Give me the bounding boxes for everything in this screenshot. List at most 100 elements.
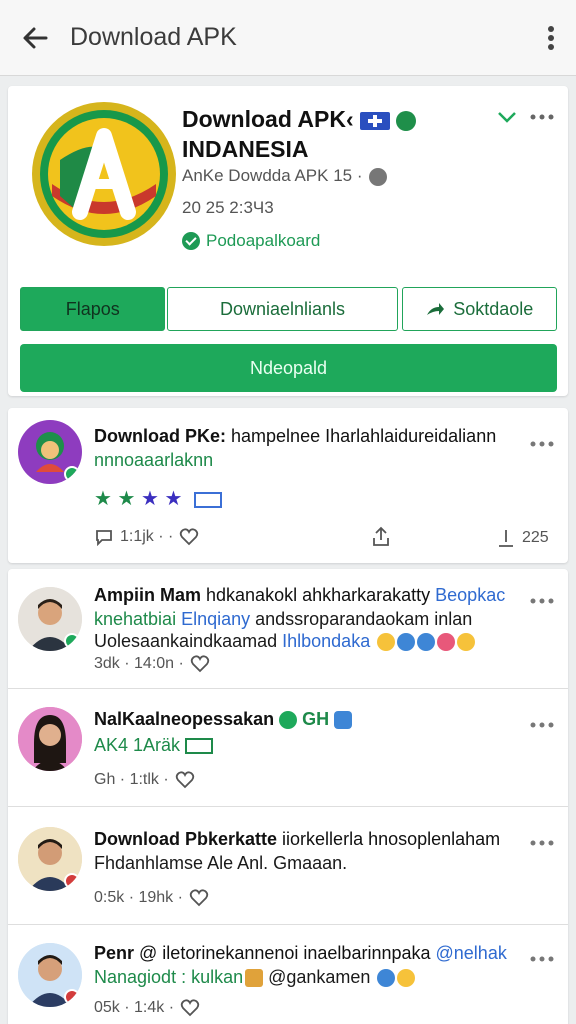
app-title: Download APK‹ INDANESIA <box>182 104 416 164</box>
item-line2-c: andssroparandaokam inlan <box>250 609 473 629</box>
post-card: Download PKe: hampelnee Iharlahlaidureid… <box>8 408 568 563</box>
flag-icon <box>359 111 390 130</box>
emoji-icon <box>245 969 264 988</box>
item-name: Penr <box>94 943 135 963</box>
post-title-bold: Download PKe: <box>94 426 227 446</box>
avatar[interactable] <box>18 420 82 484</box>
item-meta: 3dk · 14:0n · <box>94 655 210 673</box>
star-icon: ★ <box>94 488 112 510</box>
item-title: Ampiin Mam hdkanakokl ahkharkarakatty Be… <box>94 585 505 606</box>
heart-icon[interactable] <box>175 771 195 789</box>
item-name: Ampiin Mam <box>94 585 202 605</box>
likes-count: 1:1jk · · <box>120 528 174 545</box>
emoji-icon <box>377 969 396 988</box>
post-subtitle: nnnoaaarlaknn <box>94 450 214 470</box>
post-rating: ★ ★ ★ ★ <box>94 486 222 511</box>
share-icon[interactable] <box>370 526 392 548</box>
post-title-rest: hampelnee Iharlahlaidureidaliann <box>226 426 497 446</box>
item-tag: Beopkac <box>430 585 506 605</box>
item-title: Penr @ iletorinekannenoi inaelbarinnpaka… <box>94 943 507 964</box>
app-title-line1: Download APK‹ <box>182 106 354 132</box>
post-title: Download PKe: hampelnee Iharlahlaidureid… <box>94 426 496 447</box>
item-tag: GH <box>297 709 330 729</box>
item-more-button[interactable] <box>530 833 554 851</box>
item-line2-a: Nanagiodt : kulkan <box>94 967 244 987</box>
item-line3-b: Ihlbondaka <box>277 631 371 651</box>
download-button[interactable]: Downiaelnlianls <box>167 287 398 331</box>
post-shares: 225 <box>496 528 549 548</box>
emoji-icon <box>397 969 416 988</box>
list-item[interactable]: Download Pbkerkatte iiorkellerla hnosopl… <box>8 807 568 925</box>
online-status-icon <box>64 466 80 482</box>
item-line2-a: knehatbiai <box>94 609 177 629</box>
more-horiz-icon[interactable] <box>530 114 554 120</box>
star-icon: ★ <box>164 488 183 510</box>
item-name: Download Pbkerkatte <box>94 829 278 849</box>
status-icon <box>64 989 80 1005</box>
overflow-menu-button[interactable] <box>526 25 576 51</box>
share-button[interactable]: Soktdaole <box>401 287 557 331</box>
item-more-button[interactable] <box>530 591 554 609</box>
share-arrow-icon <box>427 303 445 315</box>
download-icon[interactable] <box>496 528 516 548</box>
list-item[interactable]: Penr @ iletorinekannenoi inaelbarinnpaka… <box>8 925 568 1024</box>
avatar[interactable] <box>18 827 82 891</box>
item-more-button[interactable] <box>530 949 554 967</box>
more-horiz-icon <box>530 598 554 604</box>
emoji-icon <box>417 633 436 652</box>
item-meta-text: 05k · 1:4k · <box>94 999 175 1016</box>
star-icon: ★ <box>141 488 159 510</box>
chevron-down-icon[interactable] <box>496 110 518 124</box>
list-item[interactable]: NalKaalneopessakan GH AK4 1Aräk Gһ · 1:t… <box>8 689 568 807</box>
verified-badge-icon <box>395 110 416 131</box>
back-button[interactable] <box>0 0 70 76</box>
item-more-button[interactable] <box>530 715 554 733</box>
back-arrow-icon <box>23 27 48 48</box>
item-line2-b: Elnqiany <box>176 609 251 629</box>
heart-icon[interactable] <box>190 655 210 673</box>
post-more-button[interactable] <box>530 434 554 452</box>
primary-action-button[interactable]: Flapos <box>20 287 166 331</box>
action-buttons: Flapos Downiaelnlianls Soktdaole <box>20 287 557 331</box>
item-meta-text: Gһ · 1:tlk · <box>94 771 169 788</box>
app-title-line2: INDANESIA <box>182 136 309 162</box>
share-button-label: Soktdaole <box>453 298 534 319</box>
heart-icon[interactable] <box>180 999 200 1017</box>
list-item[interactable]: Ampiin Mam hdkanakokl ahkharkarakatty Be… <box>8 569 568 689</box>
badge-icon <box>334 711 353 730</box>
verified-icon <box>279 711 298 730</box>
install-button[interactable]: Ndeopald <box>20 344 557 392</box>
emoji-icon <box>397 633 416 652</box>
item-line2-text: AK4 1Aräk <box>94 735 181 755</box>
item-line2-b: @gankamen <box>263 967 371 987</box>
install-status: Podoapalkoard <box>182 231 320 251</box>
item-line2: Fhdanhlamse Ale Anl. Gmaaan. <box>94 853 348 873</box>
comment-icon[interactable] <box>94 528 114 546</box>
heart-icon[interactable] <box>179 528 199 546</box>
feed-card: Ampiin Mam hdkanakokl ahkharkarakatty Be… <box>8 569 568 1024</box>
item-text: iiorkellerla hnosoplenlaham <box>277 829 501 849</box>
avatar[interactable] <box>18 707 82 771</box>
star-icon: ★ <box>117 488 136 510</box>
item-line2: Nanagiodt : kulkan @gankamen <box>94 967 416 988</box>
item-meta: 05k · 1:4k · <box>94 999 200 1017</box>
item-line2: knehatbiai Elnqiany andssroparandaokam i… <box>94 609 472 630</box>
app-bar-title: Download APK <box>70 23 237 51</box>
item-meta-text: 0:5k · 19hk · <box>94 889 183 906</box>
person-photo <box>18 707 82 771</box>
avatar[interactable] <box>18 587 82 651</box>
item-name: NalKaalneopessakan <box>94 709 275 729</box>
app-logo <box>32 102 176 246</box>
item-meta: Gһ · 1:tlk · <box>94 771 195 789</box>
app-bar: Download APK <box>0 0 576 76</box>
install-status-text: Podoapalkoard <box>206 231 321 250</box>
app-date: 20 25 2:3Ч3 <box>182 198 274 217</box>
shares-count: 225 <box>522 529 549 546</box>
item-meta: 0:5k · 19hk · <box>94 889 209 907</box>
more-horiz-icon <box>530 722 554 728</box>
heart-icon[interactable] <box>189 889 209 907</box>
avatar[interactable] <box>18 943 82 1007</box>
item-line3: Uolesaankaindkaamad Ihlbondaka <box>94 631 476 652</box>
app-subtitle-text: AnKe Dowdda APK 15 · <box>182 166 363 185</box>
more-horiz-icon <box>530 840 554 846</box>
